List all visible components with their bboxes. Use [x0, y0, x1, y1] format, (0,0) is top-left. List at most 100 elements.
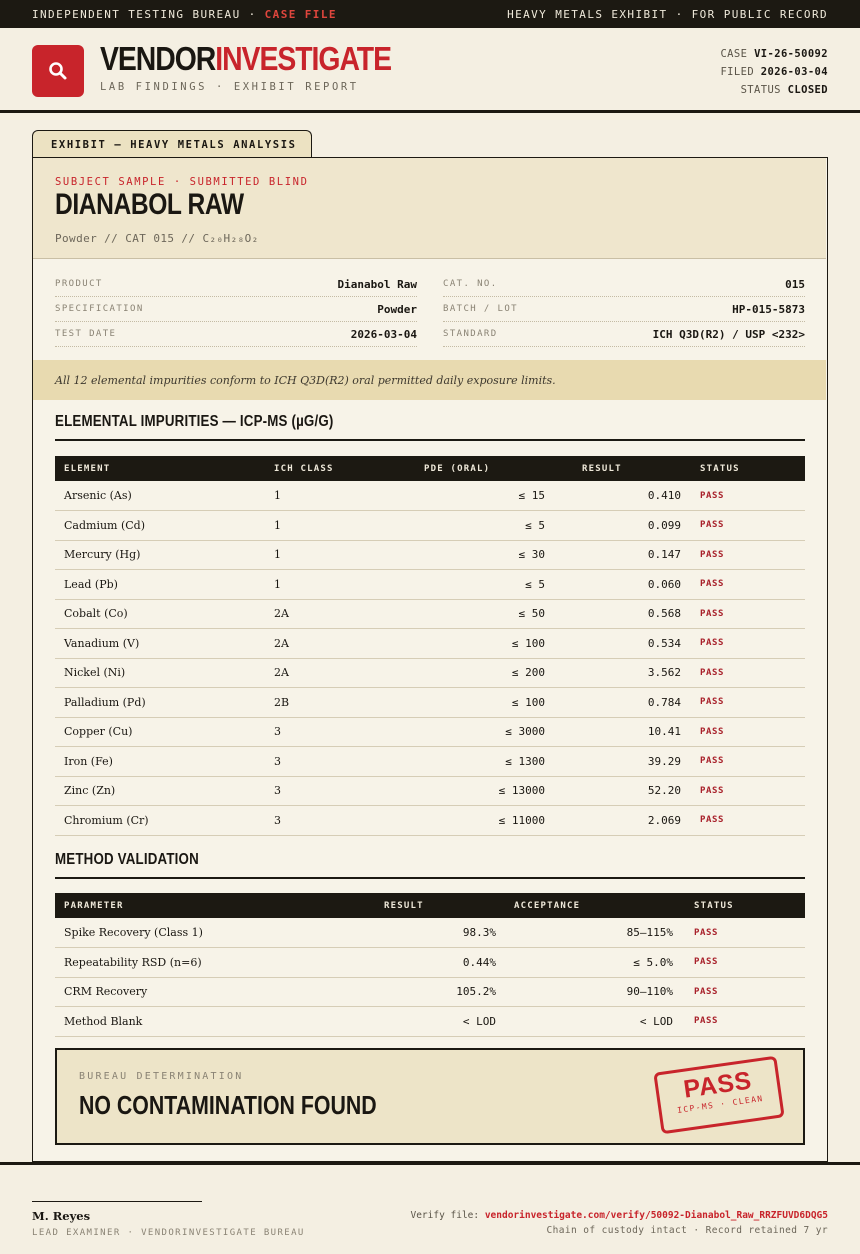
pde-cell: ≤ 11000: [415, 805, 573, 836]
column-header: PARAMETER: [64, 900, 124, 911]
status-badge: PASS: [691, 687, 805, 718]
element-cell: Lead (Pb): [55, 569, 265, 600]
column-header: ELEMENT: [64, 463, 111, 474]
table-row: Repeatability RSD (n=6) 0.44% ≤ 5.0% PASS: [55, 947, 805, 978]
status-badge: PASS: [691, 569, 805, 600]
table-row: Copper (Cu) 3 ≤ 3000 10.41 PASS: [55, 717, 805, 747]
table-row: Chromium (Cr) 3 ≤ 11000 2.069 PASS: [55, 805, 805, 836]
logo[interactable]: [32, 45, 84, 97]
status-badge: PASS: [691, 540, 805, 570]
parameter-cell: CRM Recovery: [55, 977, 375, 1007]
table-row: Lead (Pb) 1 ≤ 5 0.060 PASS: [55, 569, 805, 600]
parameter-cell: Method Blank: [55, 1006, 375, 1037]
spec-row: BATCH / LOT HP-015-5873: [443, 297, 805, 322]
spec-key: PRODUCT: [55, 279, 103, 289]
table-row: Cadmium (Cd) 1 ≤ 5 0.099 PASS: [55, 510, 805, 541]
class-cell: 1: [265, 540, 415, 570]
status-badge: PASS: [691, 746, 805, 777]
result-cell: 39.29: [573, 746, 691, 777]
spec-key: SPECIFICATION: [55, 304, 144, 314]
table-row: Vanadium (V) 2A ≤ 100 0.534 PASS: [55, 628, 805, 659]
spec-value: HP-015-5873: [732, 302, 805, 316]
spec-key: TEST DATE: [55, 329, 117, 339]
pde-cell: ≤ 200: [415, 658, 573, 688]
case-status: STATUS CLOSED: [740, 84, 828, 96]
product-subtitle: Powder // CAT 015 // C₂₀H₂₈O₂: [55, 232, 259, 245]
class-cell: 1: [265, 569, 415, 600]
tagline: LAB FINDINGS · EXHIBIT REPORT: [100, 81, 359, 93]
parameter-cell: Repeatability RSD (n=6): [55, 947, 375, 978]
class-cell: 2A: [265, 628, 415, 659]
status-badge: PASS: [685, 947, 805, 978]
element-cell: Zinc (Zn): [55, 776, 265, 806]
result-cell: 0.534: [573, 628, 691, 659]
spec-value: ICH Q3D(R2) / USP <232>: [652, 327, 805, 341]
table-row: Arsenic (As) 1 ≤ 15 0.410 PASS: [55, 481, 805, 511]
element-cell: Cadmium (Cd): [55, 510, 265, 541]
case-number: CASE VI-26-50092: [720, 48, 828, 60]
header: VENDORINVESTIGATE LAB FINDINGS · EXHIBIT…: [0, 28, 860, 113]
result-cell: 3.562: [573, 658, 691, 688]
subject-kicker: SUBJECT SAMPLE · SUBMITTED BLIND: [55, 176, 309, 188]
class-cell: 3: [265, 746, 415, 777]
spec-key: CAT. NO.: [443, 279, 498, 289]
conformance-note: All 12 elemental impurities conform to I…: [33, 360, 826, 400]
determination-label: BUREAU DETERMINATION: [79, 1071, 244, 1082]
table-row: Mercury (Hg) 1 ≤ 30 0.147 PASS: [55, 540, 805, 570]
spec-row: CAT. NO. 015: [443, 272, 805, 297]
element-cell: Nickel (Ni): [55, 658, 265, 688]
top-bar-left: INDEPENDENT TESTING BUREAU · CASE FILE: [32, 7, 337, 21]
result-cell: 0.147: [573, 540, 691, 570]
pde-cell: ≤ 50: [415, 599, 573, 629]
result-cell: 0.568: [573, 599, 691, 629]
result-cell: 0.410: [573, 481, 691, 511]
filed-date: FILED 2026-03-04: [720, 66, 828, 78]
pde-cell: ≤ 30: [415, 540, 573, 570]
result-cell: 0.44%: [375, 947, 505, 978]
impurities-title: ELEMENTAL IMPURITIES — ICP-MS (µG/G): [55, 413, 805, 441]
spec-row: STANDARD ICH Q3D(R2) / USP <232>: [443, 322, 805, 347]
spec-row: PRODUCT Dianabol Raw: [55, 272, 417, 297]
status-badge: PASS: [691, 658, 805, 688]
table-row: Palladium (Pd) 2B ≤ 100 0.784 PASS: [55, 687, 805, 718]
exhibit-card: SUBJECT SAMPLE · SUBMITTED BLIND DIANABO…: [32, 157, 828, 1162]
status-badge: PASS: [685, 977, 805, 1007]
class-cell: 1: [265, 510, 415, 541]
product-title: DIANABOL RAW: [55, 188, 244, 221]
element-cell: Cobalt (Co): [55, 599, 265, 629]
acceptance-cell: 90–110%: [505, 977, 685, 1007]
class-cell: 3: [265, 776, 415, 806]
column-header: STATUS: [694, 900, 734, 911]
custody-note: Chain of custody intact · Record retaine…: [546, 1225, 828, 1236]
exhibit-tab[interactable]: EXHIBIT — HEAVY METALS ANALYSIS: [32, 130, 312, 158]
acceptance-cell: 85–115%: [505, 918, 685, 948]
result-cell: 0.060: [573, 569, 691, 600]
pde-cell: ≤ 15: [415, 481, 573, 511]
status-badge: PASS: [685, 1006, 805, 1037]
result-cell: 10.41: [573, 717, 691, 747]
element-cell: Arsenic (As): [55, 481, 265, 511]
element-cell: Chromium (Cr): [55, 805, 265, 836]
verify-link[interactable]: vendorinvestigate.com/verify/50092-Diana…: [485, 1210, 828, 1221]
pde-cell: ≤ 100: [415, 628, 573, 659]
table-row: Cobalt (Co) 2A ≤ 50 0.568 PASS: [55, 599, 805, 629]
status-badge: PASS: [691, 510, 805, 541]
class-cell: 2A: [265, 658, 415, 688]
status-badge: PASS: [691, 628, 805, 659]
element-cell: Palladium (Pd): [55, 687, 265, 718]
signature-line: [32, 1201, 202, 1202]
acceptance-cell: ≤ 5.0%: [505, 947, 685, 978]
element-cell: Copper (Cu): [55, 717, 265, 747]
table-row: Method Blank < LOD < LOD PASS: [55, 1006, 805, 1037]
element-cell: Mercury (Hg): [55, 540, 265, 570]
status-badge: PASS: [691, 481, 805, 511]
verify-line: Verify file: vendorinvestigate.com/verif…: [410, 1210, 828, 1221]
class-cell: 2B: [265, 687, 415, 718]
result-cell: < LOD: [375, 1006, 505, 1037]
pde-cell: ≤ 5: [415, 569, 573, 600]
spec-key: BATCH / LOT: [443, 304, 519, 314]
column-header: RESULT: [384, 900, 424, 911]
class-cell: 3: [265, 805, 415, 836]
column-header: STATUS: [700, 463, 740, 474]
bureau-determination: BUREAU DETERMINATION NO CONTAMINATION FO…: [55, 1048, 805, 1145]
